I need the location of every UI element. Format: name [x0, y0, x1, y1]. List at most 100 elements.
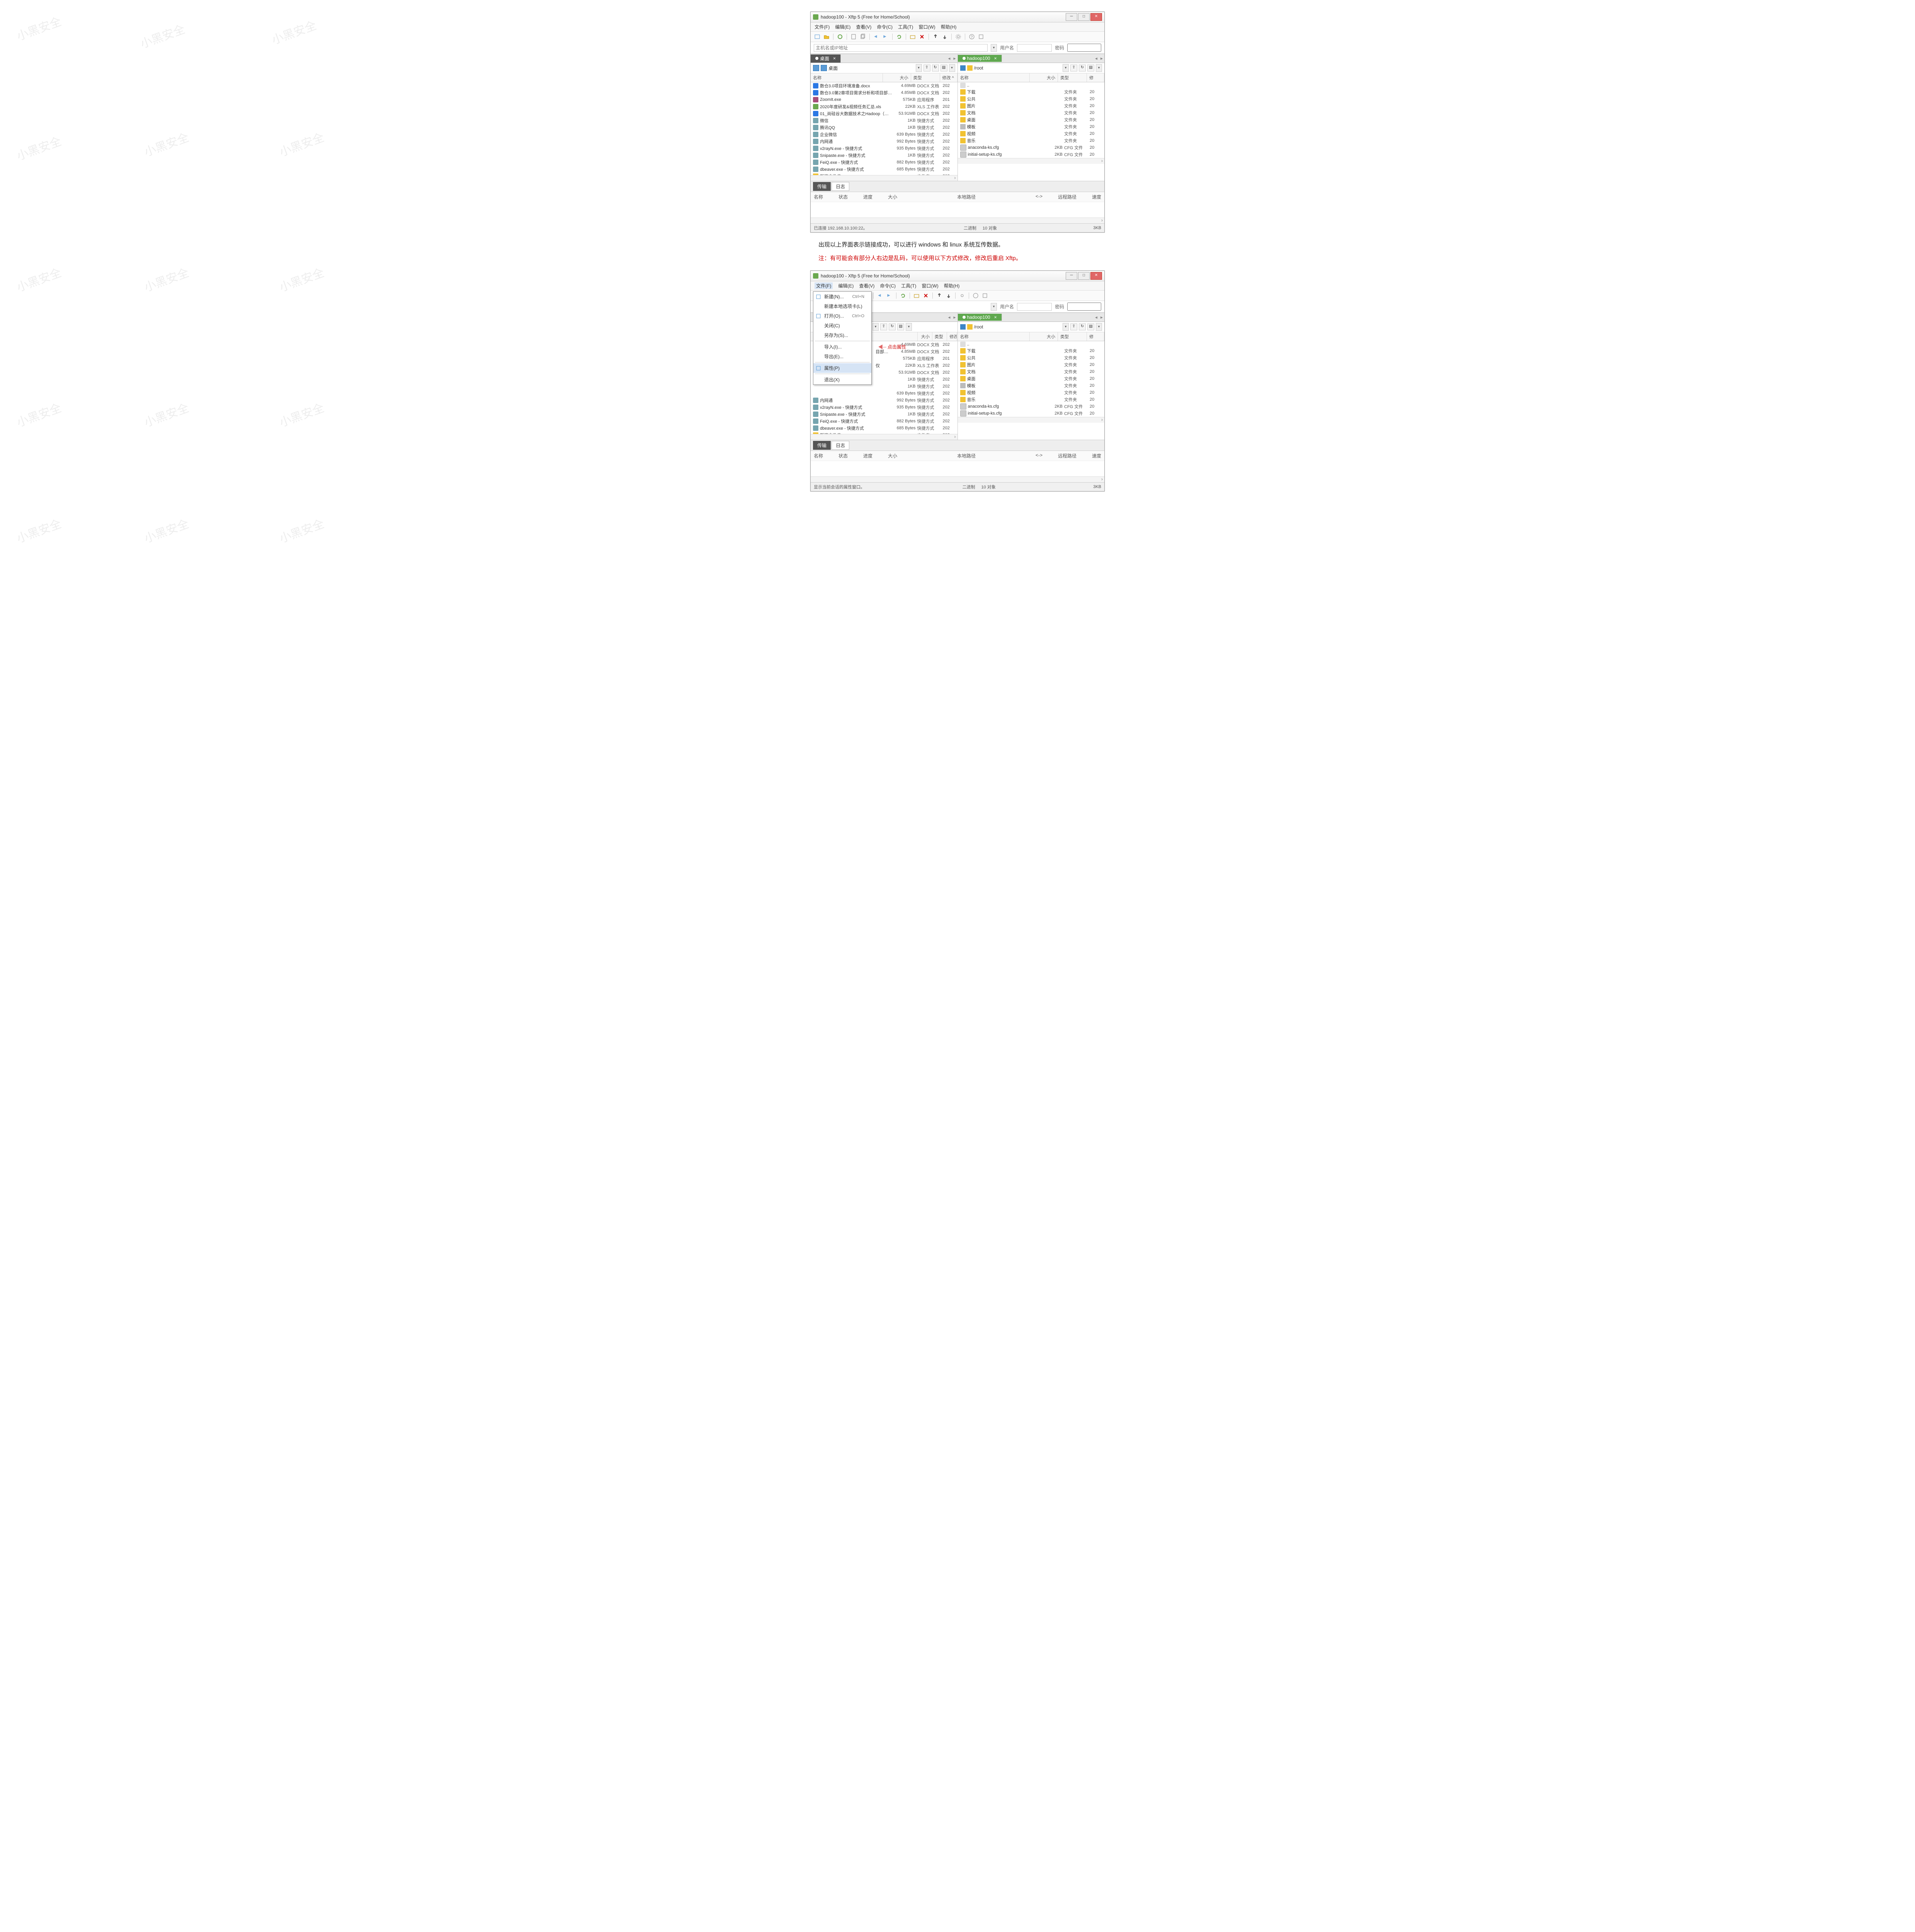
delete-icon[interactable] — [918, 33, 925, 40]
download-icon[interactable] — [941, 33, 948, 40]
file-row[interactable]: 文档文件夹20 — [958, 109, 1105, 116]
view-mode-icon[interactable]: ▤ — [1087, 65, 1094, 71]
maximize-button[interactable]: □ — [1078, 13, 1090, 21]
file-row[interactable]: 文档文件夹20 — [958, 368, 1105, 375]
path-refresh-icon[interactable]: ↻ — [932, 65, 939, 71]
file-row[interactable]: 内网通992 Bytes快捷方式202 — [811, 138, 958, 145]
menu-item[interactable]: 新建(N)...Ctrl+N — [813, 292, 871, 301]
file-row[interactable]: 下载文件夹20 — [958, 347, 1105, 354]
menu-item[interactable]: 新建本地选项卡(L) — [813, 301, 871, 311]
transfer-scrollbar[interactable] — [811, 476, 1104, 482]
file-row[interactable]: ZoomIt.exe575KB应用程序201 — [811, 96, 958, 103]
file-row[interactable]: dbeaver.exe - 快捷方式685 Bytes快捷方式202 — [811, 166, 958, 173]
pane-nav-left-icon[interactable]: ◂ — [1094, 56, 1099, 61]
log-tab[interactable]: 日志 — [832, 182, 849, 191]
remote-tab[interactable]: hadoop100 × — [958, 55, 1002, 62]
pane-nav-right-icon[interactable]: ▸ — [952, 315, 957, 320]
file-row[interactable]: 微信1KB快捷方式202 — [811, 117, 958, 124]
menu-help[interactable]: 帮助(H) — [944, 282, 960, 289]
view-mode-icon[interactable]: ▤ — [940, 65, 947, 71]
minimize-button[interactable]: ─ — [1066, 272, 1077, 280]
file-row[interactable]: 内网通992 Bytes快捷方式202 — [811, 397, 958, 404]
tab-close-icon[interactable]: × — [994, 56, 997, 61]
newfolder-icon[interactable] — [913, 292, 920, 299]
newfolder-icon[interactable] — [909, 33, 916, 40]
path-up-icon[interactable]: ⇧ — [1070, 65, 1077, 71]
file-row[interactable]: 公共文件夹20 — [958, 95, 1105, 102]
col-type[interactable]: 类型 — [1058, 73, 1087, 82]
open-icon[interactable] — [823, 33, 830, 40]
file-row[interactable]: anaconda-ks.cfg2KBCFG 文件20 — [958, 144, 1105, 151]
user-input[interactable] — [1017, 303, 1052, 311]
path-refresh-icon[interactable]: ↻ — [1079, 65, 1086, 71]
host-dropdown-icon[interactable]: ▾ — [991, 44, 997, 52]
file-row[interactable]: Snipaste.exe - 快捷方式1KB快捷方式202 — [811, 411, 958, 418]
host-dropdown-icon[interactable]: ▾ — [991, 303, 997, 311]
upload-icon[interactable] — [936, 292, 943, 299]
close-button[interactable]: ✕ — [1090, 272, 1102, 280]
remote-scrollbar[interactable] — [958, 158, 1105, 164]
file-row[interactable]: 企业微信639 Bytes快捷方式202 — [811, 131, 958, 138]
copy-icon[interactable] — [859, 33, 866, 40]
pane-nav-right-icon[interactable]: ▸ — [1099, 56, 1104, 61]
file-row[interactable]: 639 Bytes快捷方式202 — [811, 390, 958, 397]
pane-nav-left-icon[interactable]: ◂ — [946, 315, 952, 320]
view-mode-drop-icon[interactable]: ▾ — [1096, 64, 1102, 72]
menu-edit[interactable]: 编辑(E) — [835, 24, 850, 30]
col-name[interactable]: 名称 — [811, 73, 883, 82]
file-row[interactable]: 图片文件夹20 — [958, 102, 1105, 109]
help-icon[interactable]: ? — [968, 33, 975, 40]
reconnect-icon[interactable] — [837, 33, 844, 40]
file-row[interactable]: initial-setup-ks.cfg2KBCFG 文件20 — [958, 151, 1105, 158]
file-row[interactable]: v2rayN.exe - 快捷方式935 Bytes快捷方式202 — [811, 145, 958, 152]
tab-close-icon[interactable]: × — [994, 315, 997, 320]
log-tab[interactable]: 日志 — [832, 441, 849, 450]
menu-file[interactable]: 文件(F) — [815, 24, 830, 30]
path-refresh-icon[interactable]: ↻ — [889, 323, 896, 330]
settings-icon[interactable] — [955, 33, 962, 40]
path-dropdown-icon[interactable]: ▾ — [872, 323, 879, 331]
menu-view[interactable]: 查看(V) — [859, 282, 874, 289]
col-size[interactable]: 大小 — [1030, 73, 1058, 82]
about-icon[interactable] — [978, 33, 985, 40]
user-input[interactable] — [1017, 44, 1052, 52]
menu-item[interactable]: 属性(P) — [813, 363, 871, 373]
pwd-input[interactable] — [1067, 303, 1101, 311]
file-row[interactable]: 视频文件夹20 — [958, 130, 1105, 137]
transfer-tab[interactable]: 传输 — [813, 182, 831, 191]
properties-icon[interactable] — [850, 33, 857, 40]
file-row[interactable]: 01_尚硅谷大数据技术之Hadoop（入门）V…53.91MBDOCX 文档20… — [811, 110, 958, 117]
help-icon[interactable] — [972, 292, 979, 299]
file-row[interactable]: 2020年度研发&视频任务汇总.xls22KBXLS 工作表202 — [811, 103, 958, 110]
pane-nav-right-icon[interactable]: ▸ — [952, 56, 957, 61]
path-up-icon[interactable]: ⇧ — [880, 323, 887, 330]
tab-close-icon[interactable]: × — [833, 56, 836, 61]
file-row[interactable]: 腾讯QQ1KB快捷方式202 — [811, 124, 958, 131]
menu-edit[interactable]: 编辑(E) — [838, 282, 854, 289]
remote-scrollbar[interactable] — [958, 417, 1105, 423]
menu-window[interactable]: 窗口(W) — [922, 282, 938, 289]
file-row[interactable]: dbeaver.exe - 快捷方式685 Bytes快捷方式202 — [811, 425, 958, 432]
host-input[interactable] — [814, 44, 988, 52]
menu-item[interactable]: 退出(X) — [813, 375, 871, 384]
menu-view[interactable]: 查看(V) — [856, 24, 871, 30]
file-row[interactable]: 模板文件夹20 — [958, 382, 1105, 389]
path-dropdown-icon[interactable]: ▾ — [1063, 64, 1069, 72]
menu-window[interactable]: 窗口(W) — [918, 24, 935, 30]
transfer-tab[interactable]: 传输 — [813, 441, 831, 450]
file-row[interactable]: FeiQ.exe - 快捷方式882 Bytes快捷方式202 — [811, 159, 958, 166]
transfer-scrollbar[interactable] — [811, 218, 1104, 223]
file-row[interactable]: 数仓3.0项目环境准备.docx4.69MBDOCX 文档202 — [811, 82, 958, 89]
forward-icon[interactable]: ► — [886, 292, 893, 299]
file-row[interactable]: FeiQ.exe - 快捷方式882 Bytes快捷方式202 — [811, 418, 958, 425]
file-row[interactable]: 模板文件夹20 — [958, 123, 1105, 130]
file-row[interactable]: 下载文件夹20 — [958, 88, 1105, 95]
close-button[interactable]: ✕ — [1090, 13, 1102, 21]
new-session-icon[interactable] — [814, 33, 821, 40]
file-row[interactable]: 公共文件夹20 — [958, 354, 1105, 361]
local-scrollbar[interactable] — [811, 175, 958, 181]
file-row[interactable]: 音乐文件夹20 — [958, 396, 1105, 403]
file-row[interactable]: .. — [958, 82, 1105, 88]
about-icon[interactable] — [981, 292, 988, 299]
menu-command[interactable]: 命令(C) — [880, 282, 896, 289]
